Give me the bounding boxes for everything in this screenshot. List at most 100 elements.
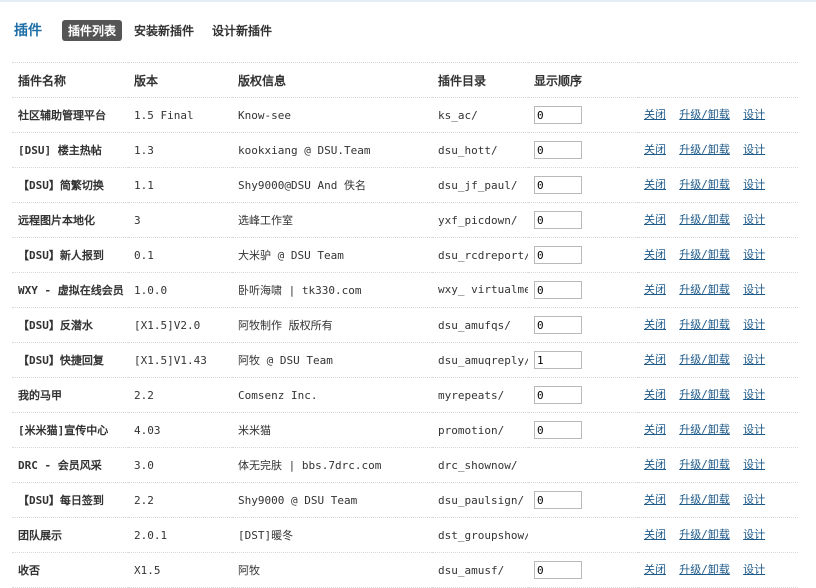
- design-link[interactable]: 设计: [743, 458, 765, 471]
- display-order-input[interactable]: [534, 316, 582, 334]
- plugin-version: 1.1: [128, 167, 232, 203]
- display-order-input[interactable]: [534, 281, 582, 299]
- close-link[interactable]: 关闭: [644, 528, 666, 541]
- plugin-order-cell: [528, 482, 638, 518]
- display-order-input[interactable]: [534, 421, 582, 439]
- upgrade-uninstall-link[interactable]: 升级/卸载: [679, 143, 730, 156]
- tab-plugin-list[interactable]: 插件列表: [62, 19, 123, 41]
- design-link[interactable]: 设计: [743, 143, 765, 156]
- display-order-input[interactable]: [534, 211, 582, 229]
- plugin-order-cell: [528, 447, 638, 483]
- table-row: 收否X1.5阿牧dsu_amusf/关闭 升级/卸载 设计: [12, 552, 798, 588]
- display-order-input[interactable]: [534, 386, 582, 404]
- plugin-name: 【DSU】反潜水: [12, 307, 128, 343]
- upgrade-uninstall-link[interactable]: 升级/卸载: [679, 493, 730, 506]
- display-order-input[interactable]: [534, 141, 582, 159]
- plugin-copyright: 阿牧 @ DSU Team: [232, 342, 432, 378]
- plugin-dir: promotion/: [432, 412, 528, 448]
- close-link[interactable]: 关闭: [644, 248, 666, 261]
- plugin-copyright: 阿牧制作 版权所有: [232, 307, 432, 343]
- upgrade-uninstall-link[interactable]: 升级/卸载: [679, 108, 730, 121]
- plugin-actions: 关闭 升级/卸载 设计: [638, 202, 798, 238]
- plugin-name: 【DSU】每日签到: [12, 482, 128, 518]
- plugin-actions: 关闭 升级/卸载 设计: [638, 97, 798, 133]
- display-order-input[interactable]: [534, 351, 582, 369]
- close-link[interactable]: 关闭: [644, 178, 666, 191]
- upgrade-uninstall-link[interactable]: 升级/卸载: [679, 248, 730, 261]
- plugin-version: 3: [128, 202, 232, 238]
- display-order-input[interactable]: [534, 491, 582, 509]
- plugin-dir: dsu_jf_paul/: [432, 167, 528, 203]
- upgrade-uninstall-link[interactable]: 升级/卸载: [679, 178, 730, 191]
- close-link[interactable]: 关闭: [644, 353, 666, 366]
- upgrade-uninstall-link[interactable]: 升级/卸载: [679, 458, 730, 471]
- plugin-order-cell: [528, 167, 638, 203]
- plugin-copyright: 选峰工作室: [232, 202, 432, 238]
- close-link[interactable]: 关闭: [644, 213, 666, 226]
- plugin-version: [X1.5]V1.43: [128, 342, 232, 378]
- plugin-dir: myrepeats/: [432, 377, 528, 413]
- plugin-actions: 关闭 升级/卸载 设计: [638, 342, 798, 378]
- plugin-actions: 关闭 升级/卸载 设计: [638, 447, 798, 483]
- plugin-copyright: Shy9000@DSU And 佚名: [232, 167, 432, 203]
- upgrade-uninstall-link[interactable]: 升级/卸载: [679, 528, 730, 541]
- design-link[interactable]: 设计: [743, 213, 765, 226]
- table-row: [DSU] 楼主热帖 1.3 kookxiang @ DSU.Team dsu_hot…: [12, 132, 798, 168]
- table-row: 【DSU】简繁切换 1.1 Shy9000@DSU And 佚名 dsu_jf_pau…: [12, 167, 798, 203]
- plugin-dir: dsu_hott/: [432, 132, 528, 168]
- close-link[interactable]: 关闭: [644, 108, 666, 121]
- upgrade-uninstall-link[interactable]: 升级/卸载: [679, 353, 730, 366]
- upgrade-uninstall-link[interactable]: 升级/卸载: [679, 423, 730, 436]
- plugin-copyright: 卧听海啸 | tk330.com: [232, 272, 432, 308]
- plugin-copyright: 体无完肤 | bbs.7drc.com: [232, 447, 432, 483]
- plugin-copyright: 大米驴 @ DSU Team: [232, 237, 432, 273]
- plugin-actions: 关闭 升级/卸载 设计: [638, 167, 798, 203]
- close-link[interactable]: 关闭: [644, 493, 666, 506]
- plugin-version: 1.0.0: [128, 272, 232, 308]
- tab-design-plugin[interactable]: 设计新插件: [206, 20, 278, 41]
- close-link[interactable]: 关闭: [644, 563, 666, 576]
- upgrade-uninstall-link[interactable]: 升级/卸载: [679, 318, 730, 331]
- plugin-order-cell: [528, 132, 638, 168]
- col-header-name: 插件名称: [12, 62, 128, 98]
- close-link[interactable]: 关闭: [644, 318, 666, 331]
- close-link[interactable]: 关闭: [644, 388, 666, 401]
- plugin-dir: dsu_rcdreport/: [432, 237, 528, 273]
- design-link[interactable]: 设计: [743, 248, 765, 261]
- design-link[interactable]: 设计: [743, 353, 765, 366]
- design-link[interactable]: 设计: [743, 178, 765, 191]
- upgrade-uninstall-link[interactable]: 升级/卸载: [679, 563, 730, 576]
- close-link[interactable]: 关闭: [644, 458, 666, 471]
- upgrade-uninstall-link[interactable]: 升级/卸载: [679, 283, 730, 296]
- page-header: 插件 插件列表 安装新插件 设计新插件: [14, 19, 284, 41]
- display-order-input[interactable]: [534, 246, 582, 264]
- display-order-input[interactable]: [534, 106, 582, 124]
- tab-install-plugin[interactable]: 安装新插件: [128, 20, 200, 41]
- plugin-order-cell: [528, 272, 638, 308]
- display-order-input[interactable]: [534, 176, 582, 194]
- design-link[interactable]: 设计: [743, 563, 765, 576]
- design-link[interactable]: 设计: [743, 528, 765, 541]
- close-link[interactable]: 关闭: [644, 143, 666, 156]
- design-link[interactable]: 设计: [743, 108, 765, 121]
- design-link[interactable]: 设计: [743, 423, 765, 436]
- col-header-order: 显示顺序: [528, 62, 638, 98]
- design-link[interactable]: 设计: [743, 388, 765, 401]
- close-link[interactable]: 关闭: [644, 423, 666, 436]
- upgrade-uninstall-link[interactable]: 升级/卸载: [679, 213, 730, 226]
- plugin-version: X1.5: [128, 552, 232, 588]
- display-order-input[interactable]: [534, 561, 582, 579]
- close-link[interactable]: 关闭: [644, 283, 666, 296]
- plugin-dir: drc_shownow/: [432, 447, 528, 483]
- upgrade-uninstall-link[interactable]: 升级/卸载: [679, 388, 730, 401]
- design-link[interactable]: 设计: [743, 318, 765, 331]
- plugin-order-cell: [528, 517, 638, 553]
- design-link[interactable]: 设计: [743, 283, 765, 296]
- plugin-actions: 关闭 升级/卸载 设计: [638, 237, 798, 273]
- plugin-dir: dsu_amufqs/: [432, 307, 528, 343]
- plugin-copyright: 米米猫: [232, 412, 432, 448]
- plugin-order-cell: [528, 342, 638, 378]
- plugin-order-cell: [528, 97, 638, 133]
- col-header-ops: [638, 62, 798, 98]
- design-link[interactable]: 设计: [743, 493, 765, 506]
